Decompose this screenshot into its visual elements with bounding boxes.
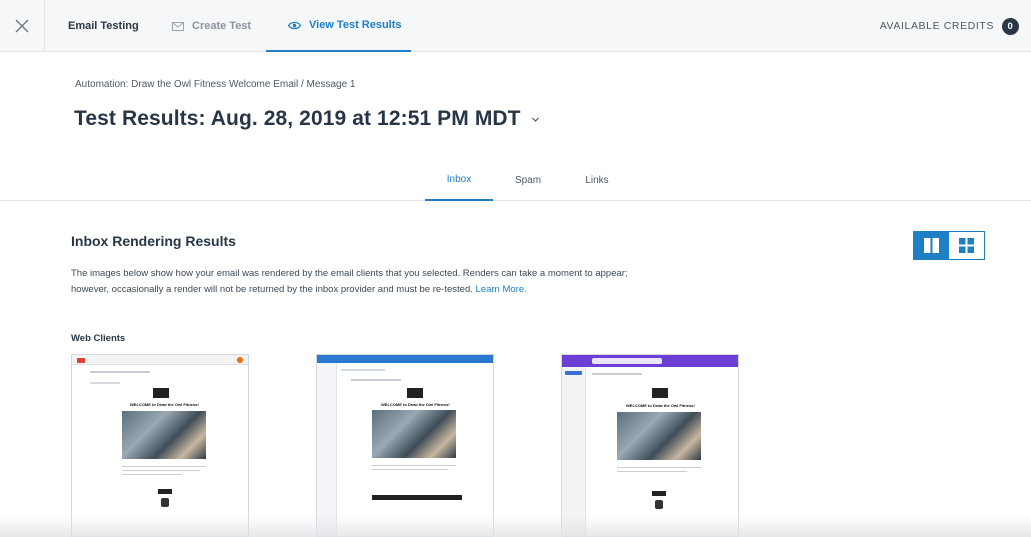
- email-text-line: [617, 467, 701, 468]
- email-cta-button: [372, 495, 462, 500]
- email-headline: WELCOME to Draw the Owl Fitness!: [381, 402, 450, 407]
- email-text-line: [122, 474, 182, 475]
- view-toggle: [913, 231, 985, 260]
- close-button[interactable]: [0, 0, 45, 52]
- section-title: Inbox Rendering Results: [71, 233, 236, 249]
- nav-email-testing[interactable]: Email Testing: [68, 0, 139, 52]
- credits-label: AVAILABLE CREDITS: [879, 20, 994, 32]
- page-title: Test Results: Aug. 28, 2019 at 12:51 PM …: [74, 107, 521, 130]
- owl-logo-image: [652, 388, 668, 398]
- chevron-down-icon: [531, 117, 539, 122]
- tab-links[interactable]: Links: [572, 160, 622, 201]
- grid-view-button[interactable]: [949, 232, 984, 259]
- breadcrumb: Automation: Draw the Owl Fitness Welcome…: [75, 79, 356, 90]
- email-headline: WELCOME to Draw the Owl Fitness!: [130, 402, 199, 407]
- render-card-gmail[interactable]: WELCOME to Draw the Owl Fitness!: [71, 354, 249, 537]
- email-text-line: [122, 466, 206, 467]
- yahoo-search-box: [592, 358, 662, 364]
- nav-view-test-results[interactable]: View Test Results: [266, 0, 411, 52]
- gmail-toolbar: [72, 355, 248, 365]
- nav-view-results-label: View Test Results: [309, 19, 402, 31]
- outlook-sidebar: [317, 363, 337, 536]
- test-results-dropdown[interactable]: Test Results: Aug. 28, 2019 at 12:51 PM …: [74, 107, 540, 131]
- render-card-yahoo[interactable]: WELCOME to Draw the Owl Fitness!: [561, 354, 739, 537]
- learn-more-link[interactable]: Learn More.: [476, 284, 527, 295]
- yahoo-header: [562, 355, 738, 367]
- envelope-icon: [172, 21, 184, 31]
- render-card-outlook[interactable]: WELCOME to Draw the Owl Fitness!: [316, 354, 494, 537]
- nav-brand-label: Email Testing: [68, 20, 139, 32]
- tab-inbox[interactable]: Inbox: [425, 160, 493, 201]
- outlook-sender-line: [351, 379, 401, 381]
- close-icon: [15, 19, 29, 33]
- avatar: [237, 357, 243, 363]
- tab-spam[interactable]: Spam: [502, 160, 554, 201]
- two-column-view-button[interactable]: [914, 232, 949, 259]
- grid-view-icon: [959, 238, 974, 253]
- yahoo-sidebar: [562, 367, 586, 536]
- gmail-subject-line: [90, 371, 150, 373]
- email-text-line: [372, 465, 456, 466]
- email-text-line: [617, 471, 687, 472]
- eye-icon: [288, 21, 301, 29]
- description-line-1: The images below show how your email was…: [71, 268, 628, 279]
- owl-logo-image: [407, 388, 423, 398]
- email-cta-button: [652, 491, 666, 496]
- group-title-web-clients: Web Clients: [71, 333, 126, 344]
- results-description: The images below show how your email was…: [71, 266, 671, 298]
- available-credits: AVAILABLE CREDITS 0: [880, 0, 1019, 52]
- description-line-2: however, occasionally a render will not …: [71, 284, 473, 295]
- gmail-logo-icon: [77, 358, 85, 363]
- top-navigation: Email Testing Create Test View Test Resu…: [0, 0, 1031, 52]
- gmail-sender-line: [90, 382, 120, 384]
- email-seal-image: [161, 498, 169, 507]
- outlook-toolbar: [317, 355, 493, 363]
- yahoo-compose-button: [565, 371, 582, 375]
- credits-count-badge: 0: [1002, 17, 1019, 35]
- email-text-line: [372, 469, 448, 470]
- email-text-line: [122, 470, 200, 471]
- email-headline: WELCOME to Draw the Owl Fitness!: [626, 403, 695, 408]
- email-hero-photo: [617, 412, 701, 460]
- results-tabs: Inbox Spam Links: [0, 160, 1031, 201]
- email-cta-button: [158, 489, 172, 494]
- two-column-view-icon: [924, 238, 939, 253]
- nav-create-test[interactable]: Create Test: [172, 0, 251, 52]
- owl-logo-image: [153, 388, 169, 398]
- email-seal-image: [655, 500, 663, 509]
- yahoo-subject-line: [592, 373, 642, 375]
- email-hero-photo: [122, 411, 206, 459]
- email-hero-photo: [372, 410, 456, 458]
- nav-create-test-label: Create Test: [192, 20, 252, 32]
- outlook-folder-line: [341, 369, 385, 371]
